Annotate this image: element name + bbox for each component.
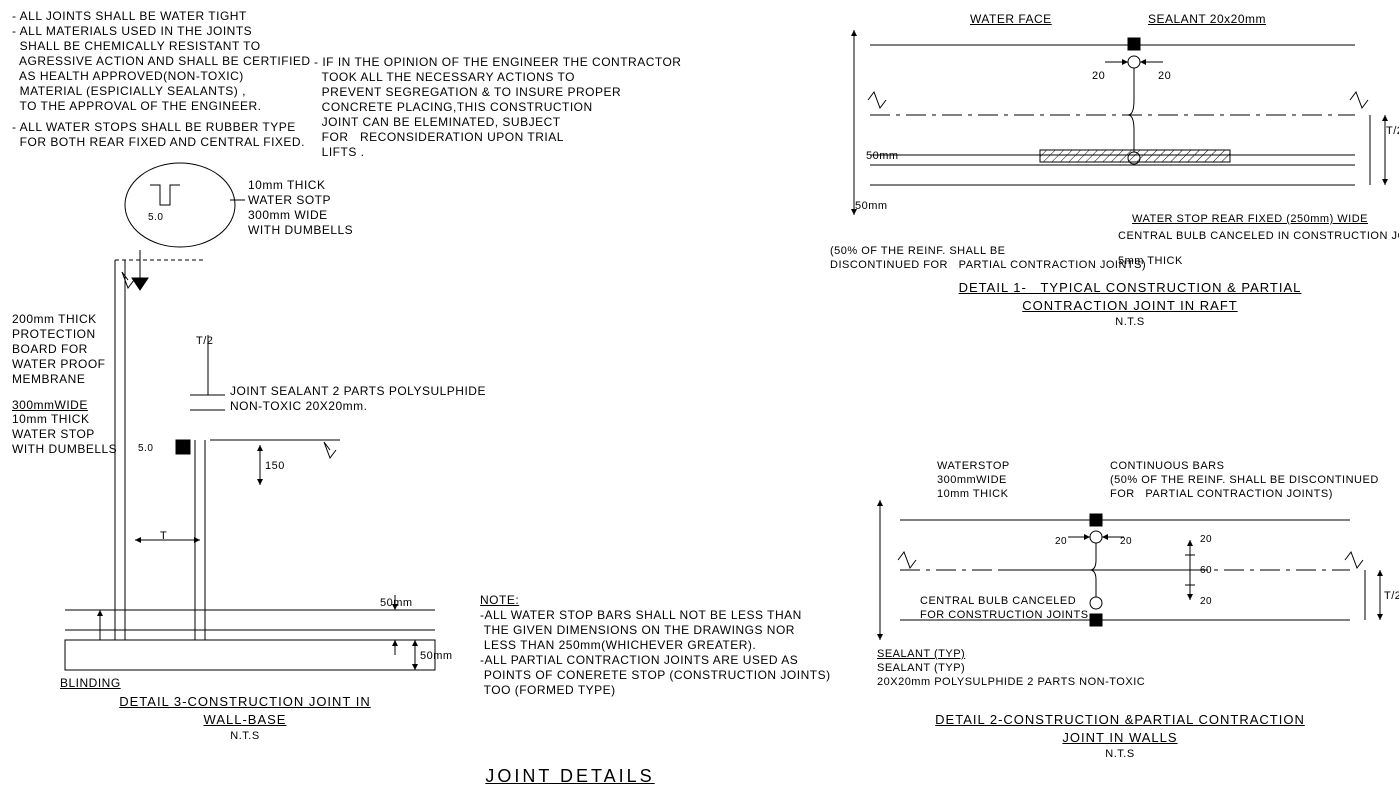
- detail-1: [854, 30, 1385, 215]
- d1-bulb: CENTRAL BULB CANCELED IN CONSTRUCTION JO…: [1118, 230, 1399, 244]
- d3-title: DETAIL 3-CONSTRUCTION JOINT IN: [90, 694, 400, 710]
- d3-ws1: 10mm THICK WATER SOTP 300mm WIDE WITH DU…: [248, 178, 353, 238]
- d3-150: 150: [265, 460, 285, 474]
- d2-bulb: CENTRAL BULB CANCELED FOR CONSTRUCTION J…: [920, 595, 1089, 623]
- d3-ws2-hdr: 300mmWIDE: [12, 398, 88, 413]
- d1-title: DETAIL 1- TYPICAL CONSTRUCTION & PARTIAL: [910, 280, 1350, 296]
- d1-title2: CONTRACTION JOINT IN RAFT: [910, 298, 1350, 314]
- d3-blinding: BLINDING: [60, 676, 121, 691]
- d3-50a: 50mm: [380, 597, 413, 611]
- d1-t2: T/2: [1386, 125, 1399, 139]
- d3-50b: 50mm: [420, 650, 453, 664]
- d1-ws: WATER STOP REAR FIXED (250mm) WIDE: [1132, 213, 1368, 227]
- d3-sealant: JOINT SEALANT 2 PARTS POLYSULPHIDE NON-T…: [230, 384, 486, 414]
- gen-note-0: - ALL JOINTS SHALL BE WATER TIGHT: [12, 9, 247, 24]
- d2-bars: CONTINUOUS BARS (50% OF THE REINF. SHALL…: [1110, 460, 1379, 501]
- d2-title: DETAIL 2-CONSTRUCTION &PARTIAL CONTRACTI…: [900, 712, 1340, 728]
- d2-20c: 20: [1200, 534, 1212, 547]
- d2-title2: JOINT IN WALLS: [900, 730, 1340, 746]
- d3-title2: WALL-BASE: [90, 712, 400, 728]
- d1-sealant: SEALANT 20x20mm: [1148, 12, 1266, 27]
- d1-reinf: (50% OF THE REINF. SHALL BE DISCONTINUED…: [830, 245, 1146, 273]
- d1-thk: 5mm THICK: [1118, 255, 1183, 269]
- d2-t2: T/2: [1384, 590, 1399, 604]
- d3-t2: T/2: [196, 335, 213, 349]
- detail-3: [65, 163, 435, 670]
- d2-20b: 20: [1120, 536, 1132, 549]
- d1-20a: 20: [1092, 70, 1105, 84]
- d3-scale: N.T.S: [90, 730, 400, 744]
- note-body: -ALL WATER STOP BARS SHALL NOT BE LESS T…: [480, 608, 831, 698]
- d2-60: 60: [1200, 565, 1212, 578]
- note-hdr: NOTE:: [480, 593, 519, 608]
- main-title: JOINT DETAILS: [440, 765, 700, 785]
- d2-scale: N.T.S: [900, 748, 1340, 762]
- d1-waterface: WATER FACE: [970, 12, 1052, 27]
- gen-note-1: - ALL MATERIALS USED IN THE JOINTS SHALL…: [12, 24, 311, 114]
- eng-note: - IF IN THE OPINION OF THE ENGINEER THE …: [314, 55, 681, 160]
- d2-sealant-hdr: SEALANT (TYP): [877, 648, 965, 662]
- d1-50b: 50mm: [855, 200, 888, 214]
- d3-50s: 5.0: [138, 443, 153, 456]
- d1-scale: N.T.S: [910, 316, 1350, 330]
- d2-ws: WATERSTOP 300mmWIDE 10mm THICK: [937, 460, 1010, 501]
- d3-ws2: 10mm THICK WATER STOP WITH DUMBELLS: [12, 412, 117, 457]
- d3-t: T: [160, 530, 167, 544]
- d1-50a: 50mm: [866, 150, 899, 164]
- d3-50s2: 5.0: [148, 212, 163, 225]
- d2-20a: 20: [1055, 536, 1067, 549]
- d2-sealant: SEALANT (TYP) 20X20mm POLYSULPHIDE 2 PAR…: [877, 662, 1145, 690]
- d1-20b: 20: [1158, 70, 1171, 84]
- d3-board: 200mm THICK PROTECTION BOARD FOR WATER P…: [12, 312, 106, 387]
- d2-20d: 20: [1200, 596, 1212, 609]
- gen-note-2: - ALL WATER STOPS SHALL BE RUBBER TYPE F…: [12, 120, 305, 150]
